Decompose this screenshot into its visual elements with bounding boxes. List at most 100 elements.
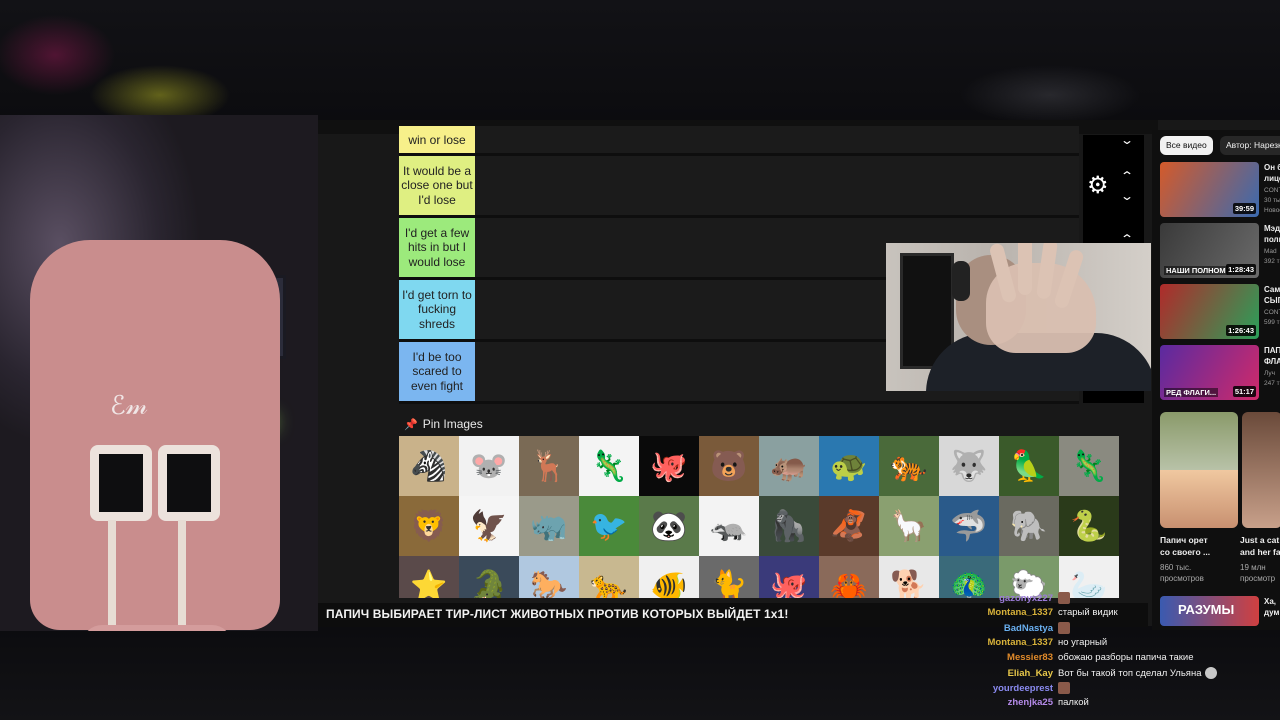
animal-tile-lion[interactable]: 🦁: [399, 496, 459, 556]
short-title[interactable]: Just a cat: [1240, 534, 1279, 546]
new-badge: Новое: [1264, 207, 1280, 214]
chat-username[interactable]: Messier83: [940, 652, 1058, 663]
video-duration: 39:59: [1232, 203, 1256, 214]
chip-all-videos[interactable]: Все видео: [1160, 136, 1213, 155]
video-title[interactable]: ПАП: [1264, 346, 1280, 356]
elephant-icon: 🐘: [1010, 509, 1048, 543]
video-channel[interactable]: Луч: [1264, 369, 1280, 378]
chevron-down-icon[interactable]: ⌄: [1120, 190, 1134, 202]
animal-tile-komodo-dragon[interactable]: 🦎: [1059, 436, 1119, 496]
animal-tile-gorilla[interactable]: 🦍: [759, 496, 819, 556]
snake-icon: 🐍: [1070, 509, 1108, 543]
video-channel[interactable]: CONT: [1264, 186, 1280, 195]
gear-icon[interactable]: ⚙: [1087, 174, 1109, 198]
chat-username[interactable]: Eliah_Kay: [940, 668, 1058, 679]
zebra-icon: 🦓: [410, 449, 448, 483]
animal-tile-parrot[interactable]: 🦜: [999, 436, 1059, 496]
chair-strap-right: [178, 520, 186, 630]
video-channel[interactable]: CONT: [1264, 308, 1280, 317]
tier-label: I'd be too scared to even fight: [399, 342, 475, 401]
gorilla-icon: 🦍: [770, 509, 808, 543]
llama-icon: 🦙: [890, 509, 928, 543]
animal-tile-cat[interactable]: 🐈: [699, 556, 759, 598]
animal-tile-clownfish[interactable]: 🐠: [639, 556, 699, 598]
video-thumbnail[interactable]: НАШИ ПОЛНОМ 1:28:43: [1160, 223, 1259, 278]
tier-row[interactable]: win or lose: [399, 126, 1079, 156]
animal-tile-wolf[interactable]: 🐺: [939, 436, 999, 496]
animal-tile-mouse[interactable]: 🐭: [459, 436, 519, 496]
video-title-line2[interactable]: дум: [1264, 608, 1280, 618]
chevron-up-icon[interactable]: ⌃: [1120, 170, 1134, 182]
video-channel[interactable]: Mad: [1264, 247, 1280, 256]
tier-row[interactable]: It would be a close one but I'd lose: [399, 156, 1079, 218]
animal-tile-crab[interactable]: 🦀: [819, 556, 879, 598]
video-views: 599 ты: [1264, 319, 1280, 326]
pin-images-title: Pin Images: [422, 417, 483, 431]
crocodile-icon: 🐊: [470, 569, 508, 599]
animal-tile-starfish[interactable]: ⭐: [399, 556, 459, 598]
chat-username[interactable]: BadNastya: [940, 623, 1058, 634]
animal-tile-llama[interactable]: 🦙: [879, 496, 939, 556]
starfish-icon: ⭐: [410, 569, 448, 599]
animal-tile-deer[interactable]: 🦌: [519, 436, 579, 496]
chat-username[interactable]: yourdeeprest: [940, 683, 1058, 694]
short-title[interactable]: Папич орет: [1160, 534, 1208, 546]
animal-tile-octopus[interactable]: 🐙: [639, 436, 699, 496]
finger: [1018, 243, 1032, 295]
animal-tile-dog[interactable]: 🐕: [879, 556, 939, 598]
video-views: 30 ты: [1264, 197, 1280, 204]
video-title-line2[interactable]: ФЛА: [1264, 357, 1280, 367]
video-thumbnail[interactable]: РАЗУМЫ: [1160, 596, 1259, 626]
animal-tile-shark[interactable]: 🦈: [939, 496, 999, 556]
video-duration: 1:28:43: [1226, 264, 1256, 275]
streamer-webcam: [886, 243, 1151, 391]
video-title[interactable]: Сам: [1264, 285, 1280, 295]
video-title[interactable]: Он б: [1264, 163, 1280, 173]
animal-tile-elephant[interactable]: 🐘: [999, 496, 1059, 556]
animal-tile-zebra[interactable]: 🦓: [399, 436, 459, 496]
animal-tile-cheetah[interactable]: 🐆: [579, 556, 639, 598]
chat-username[interactable]: gazonyx227: [940, 593, 1058, 604]
chip-author[interactable]: Автор: Нарезки: [1220, 136, 1280, 155]
chat-message: Eliah_Kay Вот бы такой топ сделал Ульяна: [940, 667, 1218, 679]
thumbnail-caption: РАЗУМЫ: [1178, 602, 1235, 617]
bear-icon: 🐻: [710, 449, 748, 483]
animal-tile-crocodile[interactable]: 🐊: [459, 556, 519, 598]
video-title[interactable]: Ха,: [1264, 597, 1280, 607]
animal-tile-horse[interactable]: 🐎: [519, 556, 579, 598]
chat-text: но угарный: [1058, 637, 1108, 648]
animal-tile-ferret[interactable]: 🦡: [699, 496, 759, 556]
video-title-line2[interactable]: СЫГ: [1264, 296, 1280, 306]
short-thumbnail[interactable]: [1160, 412, 1238, 528]
animal-tile-bear[interactable]: 🐻: [699, 436, 759, 496]
short-views-label: просмотров: [1160, 574, 1204, 583]
chair-logo-icon: ℰ𝓂: [110, 390, 148, 420]
dog-icon: 🐕: [890, 569, 928, 599]
short-title-line2[interactable]: со своего ...: [1160, 546, 1210, 558]
video-thumbnail[interactable]: РЕД ФЛАГИ... 51:17: [1160, 345, 1259, 400]
chevron-down-icon[interactable]: ⌄: [1120, 134, 1134, 146]
animal-tile-octopus-red[interactable]: 🐙: [759, 556, 819, 598]
animal-tile-oriole[interactable]: 🐦: [579, 496, 639, 556]
video-thumbnail[interactable]: 1:26:43: [1160, 284, 1259, 339]
animal-tile-sea-turtle[interactable]: 🐢: [819, 436, 879, 496]
animal-tile-lizard[interactable]: 🦎: [579, 436, 639, 496]
animal-tile-eagle[interactable]: 🦅: [459, 496, 519, 556]
chat-message: zhenjka25 палкой: [940, 697, 1089, 708]
animal-tile-rhino[interactable]: 🦏: [519, 496, 579, 556]
video-title-line2[interactable]: поли: [1264, 235, 1280, 245]
video-title[interactable]: Мэд: [1264, 224, 1280, 234]
orangutan-icon: 🦧: [830, 509, 868, 543]
chat-username[interactable]: zhenjka25: [940, 697, 1058, 708]
video-thumbnail[interactable]: 39:59: [1160, 162, 1259, 217]
animal-tile-snake[interactable]: 🐍: [1059, 496, 1119, 556]
video-title-line2[interactable]: лицо: [1264, 174, 1280, 184]
chat-username[interactable]: Montana_1337: [940, 637, 1058, 648]
short-title-line2[interactable]: and her fa: [1240, 546, 1280, 558]
animal-tile-tiger[interactable]: 🐅: [879, 436, 939, 496]
chat-username[interactable]: Montana_1337: [940, 607, 1058, 618]
animal-tile-orangutan[interactable]: 🦧: [819, 496, 879, 556]
animal-tile-panda[interactable]: 🐼: [639, 496, 699, 556]
short-thumbnail[interactable]: [1242, 412, 1280, 528]
animal-tile-hippo[interactable]: 🦛: [759, 436, 819, 496]
